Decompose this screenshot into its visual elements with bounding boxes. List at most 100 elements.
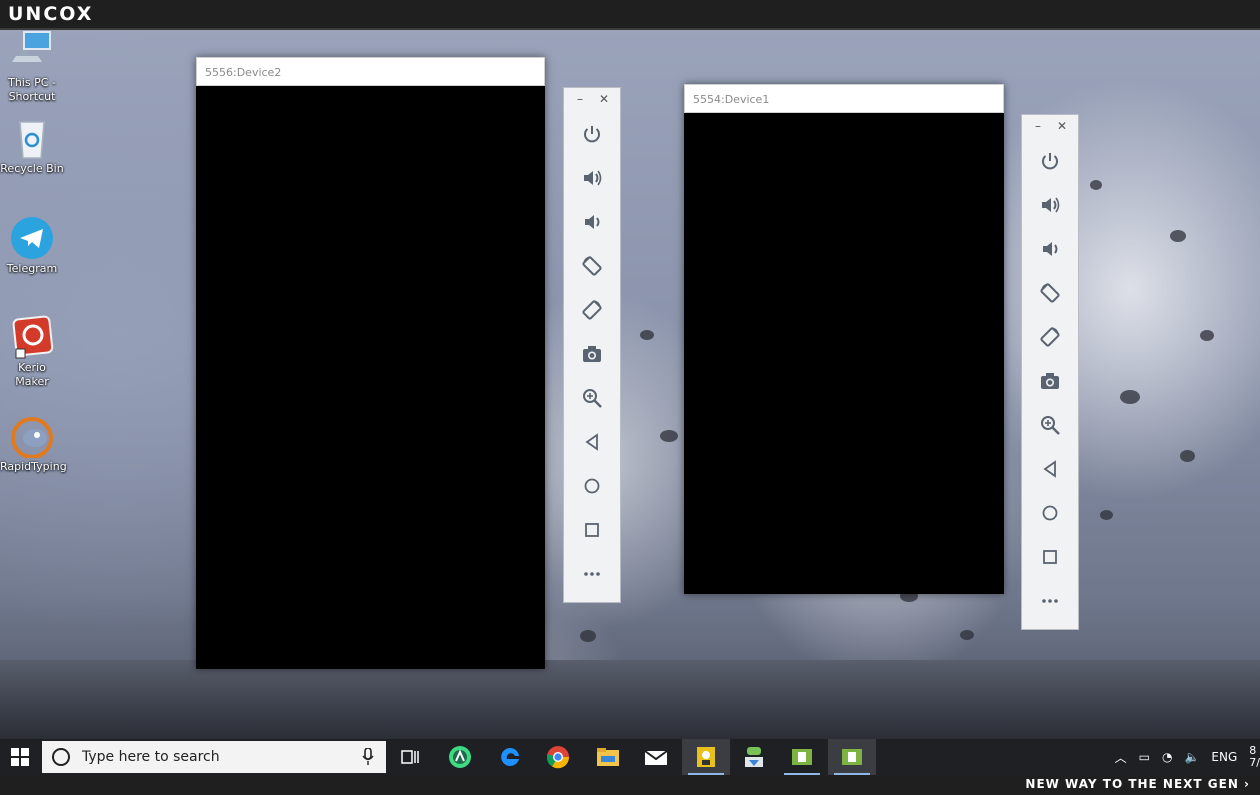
rotate-right-button[interactable] (1022, 315, 1078, 359)
telegram-icon (10, 216, 54, 260)
more-button[interactable] (1022, 579, 1078, 623)
rotate-right-icon (1040, 327, 1060, 347)
power-icon (1042, 153, 1058, 170)
overview-button[interactable] (1022, 535, 1078, 579)
volume-down-button[interactable] (1022, 227, 1078, 271)
system-tray: ︿ ▭ ◔ 🔈 ENG 8 7/ (1109, 739, 1260, 775)
mail-icon[interactable] (632, 739, 680, 775)
rotate-right-button[interactable] (564, 288, 620, 332)
back-icon (585, 433, 598, 451)
more-icon (584, 572, 600, 576)
desktop-icon-kerio-maker[interactable]: Kerio Maker (0, 315, 64, 389)
emulator-icon[interactable] (828, 739, 876, 775)
device2-window[interactable]: 5556:Device2 (196, 57, 545, 669)
device2-window-title: 5556:Device2 (196, 57, 545, 86)
desktop-icon-label: This PC - Shortcut (8, 76, 56, 103)
close-button[interactable]: ✕ (599, 92, 609, 106)
back-button[interactable] (564, 420, 620, 464)
power-button[interactable] (564, 112, 620, 156)
desktop-icon-label: Kerio Maker (15, 361, 49, 388)
android-studio-icon[interactable] (436, 739, 484, 775)
brand-logo: UNCOX (8, 3, 94, 25)
download-icon[interactable] (730, 739, 778, 775)
device2-screen[interactable] (196, 86, 545, 669)
chevron-up-icon[interactable]: ︿ (1115, 749, 1127, 766)
zoom-icon (1041, 416, 1060, 435)
battery-icon[interactable]: ▭ (1139, 750, 1150, 764)
rotate-left-button[interactable] (564, 244, 620, 288)
volume-down-button[interactable] (564, 200, 620, 244)
back-icon (1043, 460, 1056, 478)
minimize-button[interactable]: – (1035, 119, 1041, 133)
rotate-left-icon (582, 256, 602, 276)
zoom-button[interactable] (564, 376, 620, 420)
power-button[interactable] (1022, 139, 1078, 183)
camera-button[interactable] (564, 332, 620, 376)
start-button[interactable] (0, 739, 40, 775)
file-explorer-icon[interactable] (584, 739, 632, 775)
device2-control-panel: – ✕ (563, 87, 621, 603)
volume-down-icon (1043, 242, 1058, 256)
computer-icon (10, 30, 54, 74)
edge-icon[interactable] (486, 739, 534, 775)
device1-window[interactable]: 5554:Device1 (684, 84, 1004, 594)
device1-window-title: 5554:Device1 (684, 84, 1004, 113)
kerio-icon (10, 315, 54, 359)
volume-up-button[interactable] (564, 156, 620, 200)
volume-up-icon (584, 170, 602, 186)
windows-logo-icon (11, 748, 29, 766)
power-icon (584, 126, 600, 143)
desktop-icon-rapidtyping[interactable]: RapidTyping (0, 414, 67, 474)
back-button[interactable] (1022, 447, 1078, 491)
speaker-icon[interactable]: 🔈 (1184, 750, 1199, 764)
overview-icon (585, 523, 599, 537)
more-button[interactable] (564, 552, 620, 596)
volume-up-icon (1042, 197, 1060, 213)
overview-button[interactable] (564, 508, 620, 552)
search-placeholder: Type here to search (82, 749, 220, 765)
recycle-bin-icon (10, 116, 54, 160)
desktop-icon-label: Recycle Bin (0, 162, 64, 175)
wifi-icon[interactable]: ◔ (1162, 750, 1172, 764)
volume-down-icon (585, 215, 600, 229)
emulator-icon[interactable] (778, 739, 826, 775)
desktop-icon-this-pc[interactable]: This PC - Shortcut (0, 30, 64, 104)
camera-icon (1041, 373, 1059, 389)
taskbar: Type here to search ︿ ▭ ◔ 🔈 ENG 8 7/ (0, 739, 1260, 775)
desktop-icon-label: RapidTyping (0, 460, 67, 473)
volume-up-button[interactable] (1022, 183, 1078, 227)
clock-date: 7/ (1249, 756, 1260, 769)
desktop: This PC - Shortcut Recycle Bin Telegram … (0, 30, 1260, 739)
camera-icon (583, 346, 601, 362)
clock[interactable]: 8 7/ (1249, 745, 1260, 769)
camera-button[interactable] (1022, 359, 1078, 403)
wooden-log (0, 660, 1260, 739)
rotate-right-icon (582, 300, 602, 320)
home-icon (584, 478, 600, 494)
rotate-left-icon (1040, 283, 1060, 303)
slogan: NEW WAY TO THE NEXT GEN › (1025, 777, 1250, 791)
desktop-icon-label: Telegram (6, 262, 58, 275)
rotate-left-button[interactable] (1022, 271, 1078, 315)
zoom-button[interactable] (1022, 403, 1078, 447)
desktop-icon-recycle-bin[interactable]: Recycle Bin (0, 116, 64, 176)
cortana-icon (52, 748, 70, 766)
top-brand-bar: UNCOX (0, 0, 1260, 30)
chrome-icon[interactable] (534, 739, 582, 775)
microphone-icon[interactable] (362, 747, 374, 770)
home-button[interactable] (564, 464, 620, 508)
desktop-icon-telegram[interactable]: Telegram (0, 216, 64, 276)
overview-icon (1043, 550, 1057, 564)
taskbar-search-box[interactable]: Type here to search (42, 741, 386, 773)
device1-screen[interactable] (684, 113, 1004, 594)
minimize-button[interactable]: – (577, 92, 583, 106)
device1-control-panel: – ✕ (1021, 114, 1079, 630)
language-indicator[interactable]: ENG (1211, 750, 1237, 764)
task-view-icon[interactable] (386, 739, 434, 775)
app-icon[interactable] (682, 739, 730, 775)
close-button[interactable]: ✕ (1057, 119, 1067, 133)
bottom-brand-bar: NEW WAY TO THE NEXT GEN › (0, 775, 1260, 795)
zoom-icon (583, 389, 602, 408)
home-icon (1042, 505, 1058, 521)
home-button[interactable] (1022, 491, 1078, 535)
